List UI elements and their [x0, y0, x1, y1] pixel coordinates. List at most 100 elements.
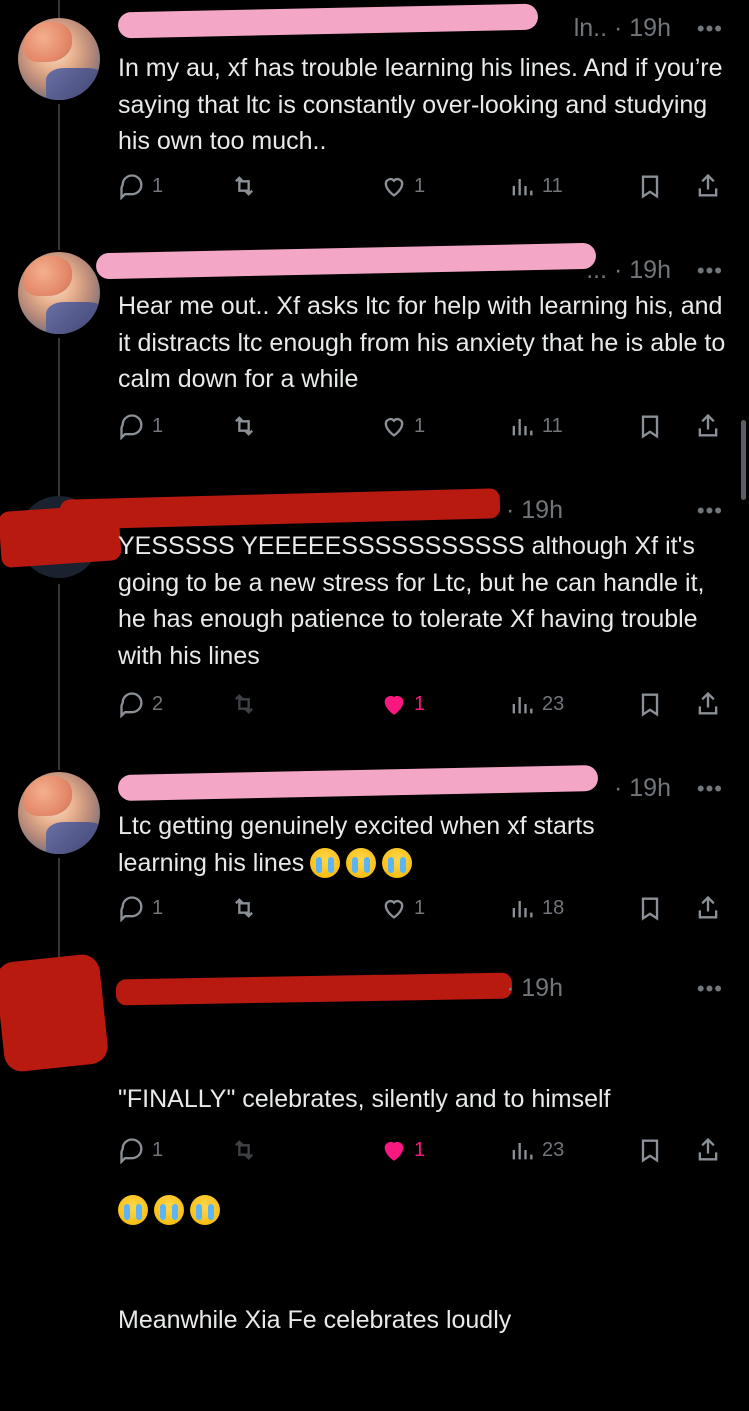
timestamp[interactable]: 19h: [629, 774, 671, 802]
repost-button[interactable]: [230, 412, 258, 440]
tweet-4[interactable]: · 19h ••• Ltc getting genuinely excited …: [0, 752, 749, 948]
redacted-avatar: [0, 952, 110, 1074]
reply-count: 2: [152, 692, 164, 715]
more-options-icon[interactable]: •••: [697, 776, 723, 802]
bookmark-button[interactable]: [636, 172, 664, 200]
reply-icon: [120, 692, 143, 718]
tweet-text: In my au, xf has trouble learning his li…: [118, 54, 730, 155]
thread-line: [58, 232, 60, 250]
repost-button[interactable]: [230, 894, 258, 922]
share-icon: [698, 1137, 718, 1161]
views-button[interactable]: 23: [508, 690, 564, 718]
repost-button[interactable]: [230, 172, 258, 200]
timestamp[interactable]: 19h: [521, 496, 563, 524]
like-button[interactable]: 1: [380, 894, 425, 922]
thread-line: [58, 480, 60, 496]
bookmark-button[interactable]: [636, 894, 664, 922]
redacted-username: [115, 972, 513, 1006]
share-icon: [698, 413, 718, 437]
share-button[interactable]: [694, 690, 722, 718]
repost-button[interactable]: [230, 1136, 258, 1164]
repost-icon: [235, 176, 253, 196]
thread-line: [58, 858, 60, 948]
views-icon: [512, 1143, 533, 1160]
time-separator: ·: [614, 774, 623, 802]
tweet-meta: · 19h: [506, 974, 563, 1003]
heart-outline-icon: [384, 900, 404, 919]
bookmark-icon: [641, 175, 659, 199]
thread-line: [58, 338, 60, 480]
view-count: 23: [542, 692, 565, 715]
emoji-group: [304, 846, 413, 883]
reply-button[interactable]: 1: [118, 172, 163, 200]
reply-count: 1: [152, 174, 164, 197]
loudly-crying-face-icon: [190, 1194, 220, 1225]
repost-icon: [235, 416, 253, 436]
like-button[interactable]: 1: [380, 690, 425, 718]
views-button[interactable]: 11: [508, 412, 563, 440]
more-options-icon[interactable]: •••: [697, 16, 723, 42]
reply-button[interactable]: 1: [118, 412, 163, 440]
reply-button[interactable]: 2: [118, 690, 163, 718]
views-icon: [512, 901, 533, 918]
action-bar: 2 1 23: [118, 690, 730, 722]
views-icon: [512, 179, 533, 196]
reply-icon: [120, 1138, 143, 1164]
bookmark-icon: [641, 415, 659, 439]
heart-filled-icon: [384, 1142, 404, 1161]
tweet-5[interactable]: · 19h ••• "FINALLY" celebrates, silently…: [0, 948, 749, 1334]
bookmark-button[interactable]: [636, 1136, 664, 1164]
tweet-meta: · 19h: [614, 774, 671, 803]
emoji-group: [118, 1191, 728, 1229]
thread-line: [58, 104, 60, 232]
action-bar: 1 1 23: [118, 1136, 730, 1168]
timestamp[interactable]: 19h: [521, 974, 563, 1002]
timestamp[interactable]: 19h: [629, 14, 671, 42]
view-count: 18: [542, 896, 565, 919]
share-button[interactable]: [694, 412, 722, 440]
avatar[interactable]: [18, 772, 100, 854]
share-icon: [698, 691, 718, 715]
timestamp[interactable]: 19h: [629, 256, 671, 284]
more-options-icon[interactable]: •••: [697, 976, 723, 1002]
loudly-crying-face-icon: [382, 847, 413, 878]
views-button[interactable]: 23: [508, 1136, 564, 1164]
share-button[interactable]: [694, 894, 722, 922]
view-count: 11: [542, 414, 563, 437]
tweet-text-line-1: "FINALLY" celebrates, silently and to hi…: [118, 1085, 611, 1113]
loudly-crying-face-icon: [154, 1194, 184, 1225]
like-count: 1: [414, 692, 426, 715]
tweet-3[interactable]: · 19h ••• YESSSSS YEEEEESSSSSSSSSSS alth…: [0, 480, 749, 752]
views-icon: [512, 419, 533, 436]
heart-outline-icon: [384, 418, 404, 437]
bookmark-icon: [641, 693, 659, 717]
avatar[interactable]: [18, 18, 100, 100]
reply-icon: [120, 174, 143, 200]
like-button[interactable]: 1: [380, 1136, 425, 1164]
redacted-username: [117, 764, 599, 802]
like-button[interactable]: 1: [380, 412, 425, 440]
tweet-1[interactable]: ln.. · 19h ••• In my au, xf has trouble …: [0, 0, 749, 232]
share-button[interactable]: [694, 1136, 722, 1164]
views-button[interactable]: 11: [508, 172, 563, 200]
avatar[interactable]: [18, 252, 100, 334]
tweet-2[interactable]: ... · 19h ••• Hear me out.. Xf asks ltc …: [0, 232, 749, 480]
tweet-text-line-2: Meanwhile Xia Fe celebrates loudly: [118, 1305, 512, 1334]
bookmark-button[interactable]: [636, 690, 664, 718]
heart-outline-icon: [384, 178, 404, 197]
time-separator: ·: [506, 496, 515, 524]
more-options-icon[interactable]: •••: [697, 258, 723, 284]
views-button[interactable]: 18: [508, 894, 564, 922]
action-bar: 1 1 18: [118, 894, 730, 926]
share-icon: [698, 173, 718, 197]
like-button[interactable]: 1: [380, 172, 425, 200]
share-button[interactable]: [694, 172, 722, 200]
repost-button[interactable]: [230, 690, 258, 718]
thread-line: [58, 0, 60, 18]
bookmark-button[interactable]: [636, 412, 664, 440]
more-options-icon[interactable]: •••: [697, 498, 723, 524]
loudly-crying-face-icon: [346, 847, 377, 878]
reply-button[interactable]: 1: [118, 894, 163, 922]
view-count: 11: [542, 174, 563, 197]
reply-button[interactable]: 1: [118, 1136, 163, 1164]
